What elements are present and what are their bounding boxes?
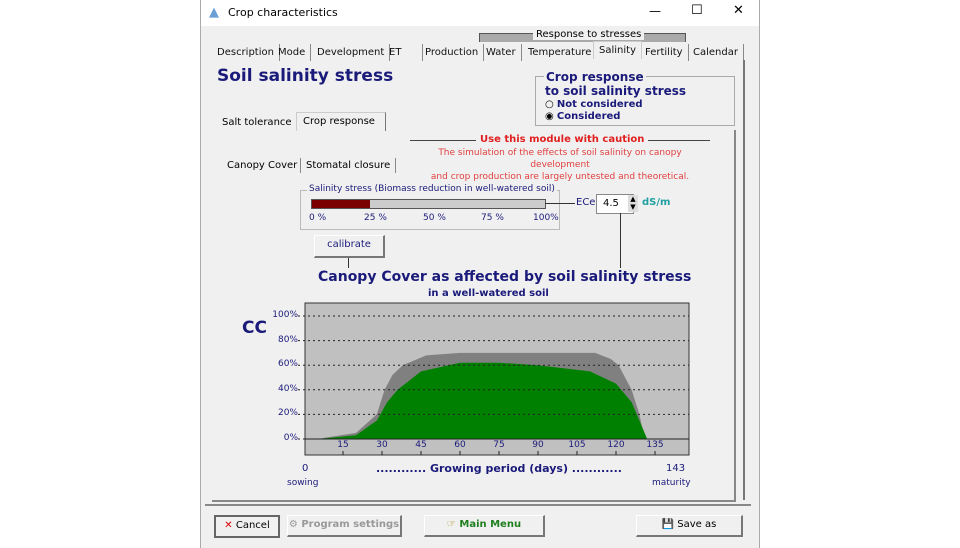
x-tick-label: 15 bbox=[337, 440, 349, 450]
floppy-disk-icon: 💾 bbox=[661, 519, 675, 530]
divider bbox=[205, 504, 751, 506]
x-end-label: maturity bbox=[652, 478, 691, 488]
x-start: 0 bbox=[302, 463, 309, 474]
x-tick-label: 45 bbox=[415, 440, 427, 450]
x-tick-label: 60 bbox=[454, 440, 466, 450]
save-as-label: Save as bbox=[677, 519, 717, 530]
x-tick-label: 120 bbox=[607, 440, 625, 450]
x-tick-label: 105 bbox=[568, 440, 586, 450]
y-tick-label: 40% bbox=[277, 383, 298, 394]
x-tick-label: 90 bbox=[532, 440, 544, 450]
y-tick-label: 100% bbox=[272, 310, 298, 320]
program-settings-label: Program settings bbox=[301, 519, 400, 530]
y-tick-label: 20% bbox=[277, 408, 298, 419]
x-icon: ✕ bbox=[224, 520, 233, 531]
x-tick-label: 30 bbox=[376, 440, 388, 450]
x-end: 143 bbox=[666, 463, 686, 474]
x-tick-label: 75 bbox=[493, 440, 505, 450]
pointing-hand-icon: ☞ bbox=[446, 519, 456, 530]
program-settings-button[interactable]: ⚙ Program settings bbox=[287, 515, 402, 537]
y-tick-label: 80% bbox=[277, 334, 298, 345]
main-menu-button[interactable]: ☞ Main Menu bbox=[424, 515, 545, 537]
x-start-label: sowing bbox=[287, 478, 319, 488]
y-tick-label: 60% bbox=[277, 359, 298, 370]
main-menu-label: Main Menu bbox=[459, 519, 522, 530]
tools-icon: ⚙ bbox=[288, 519, 298, 530]
x-tick-label: 135 bbox=[646, 440, 664, 450]
cancel-label: Cancel bbox=[235, 520, 270, 531]
save-as-button[interactable]: 💾 Save as bbox=[636, 515, 743, 537]
y-tick-label: 0% bbox=[283, 433, 298, 443]
x-axis-label: ............ Growing period (days) .....… bbox=[376, 462, 622, 475]
cancel-button[interactable]: ✕ Cancel bbox=[214, 515, 280, 538]
